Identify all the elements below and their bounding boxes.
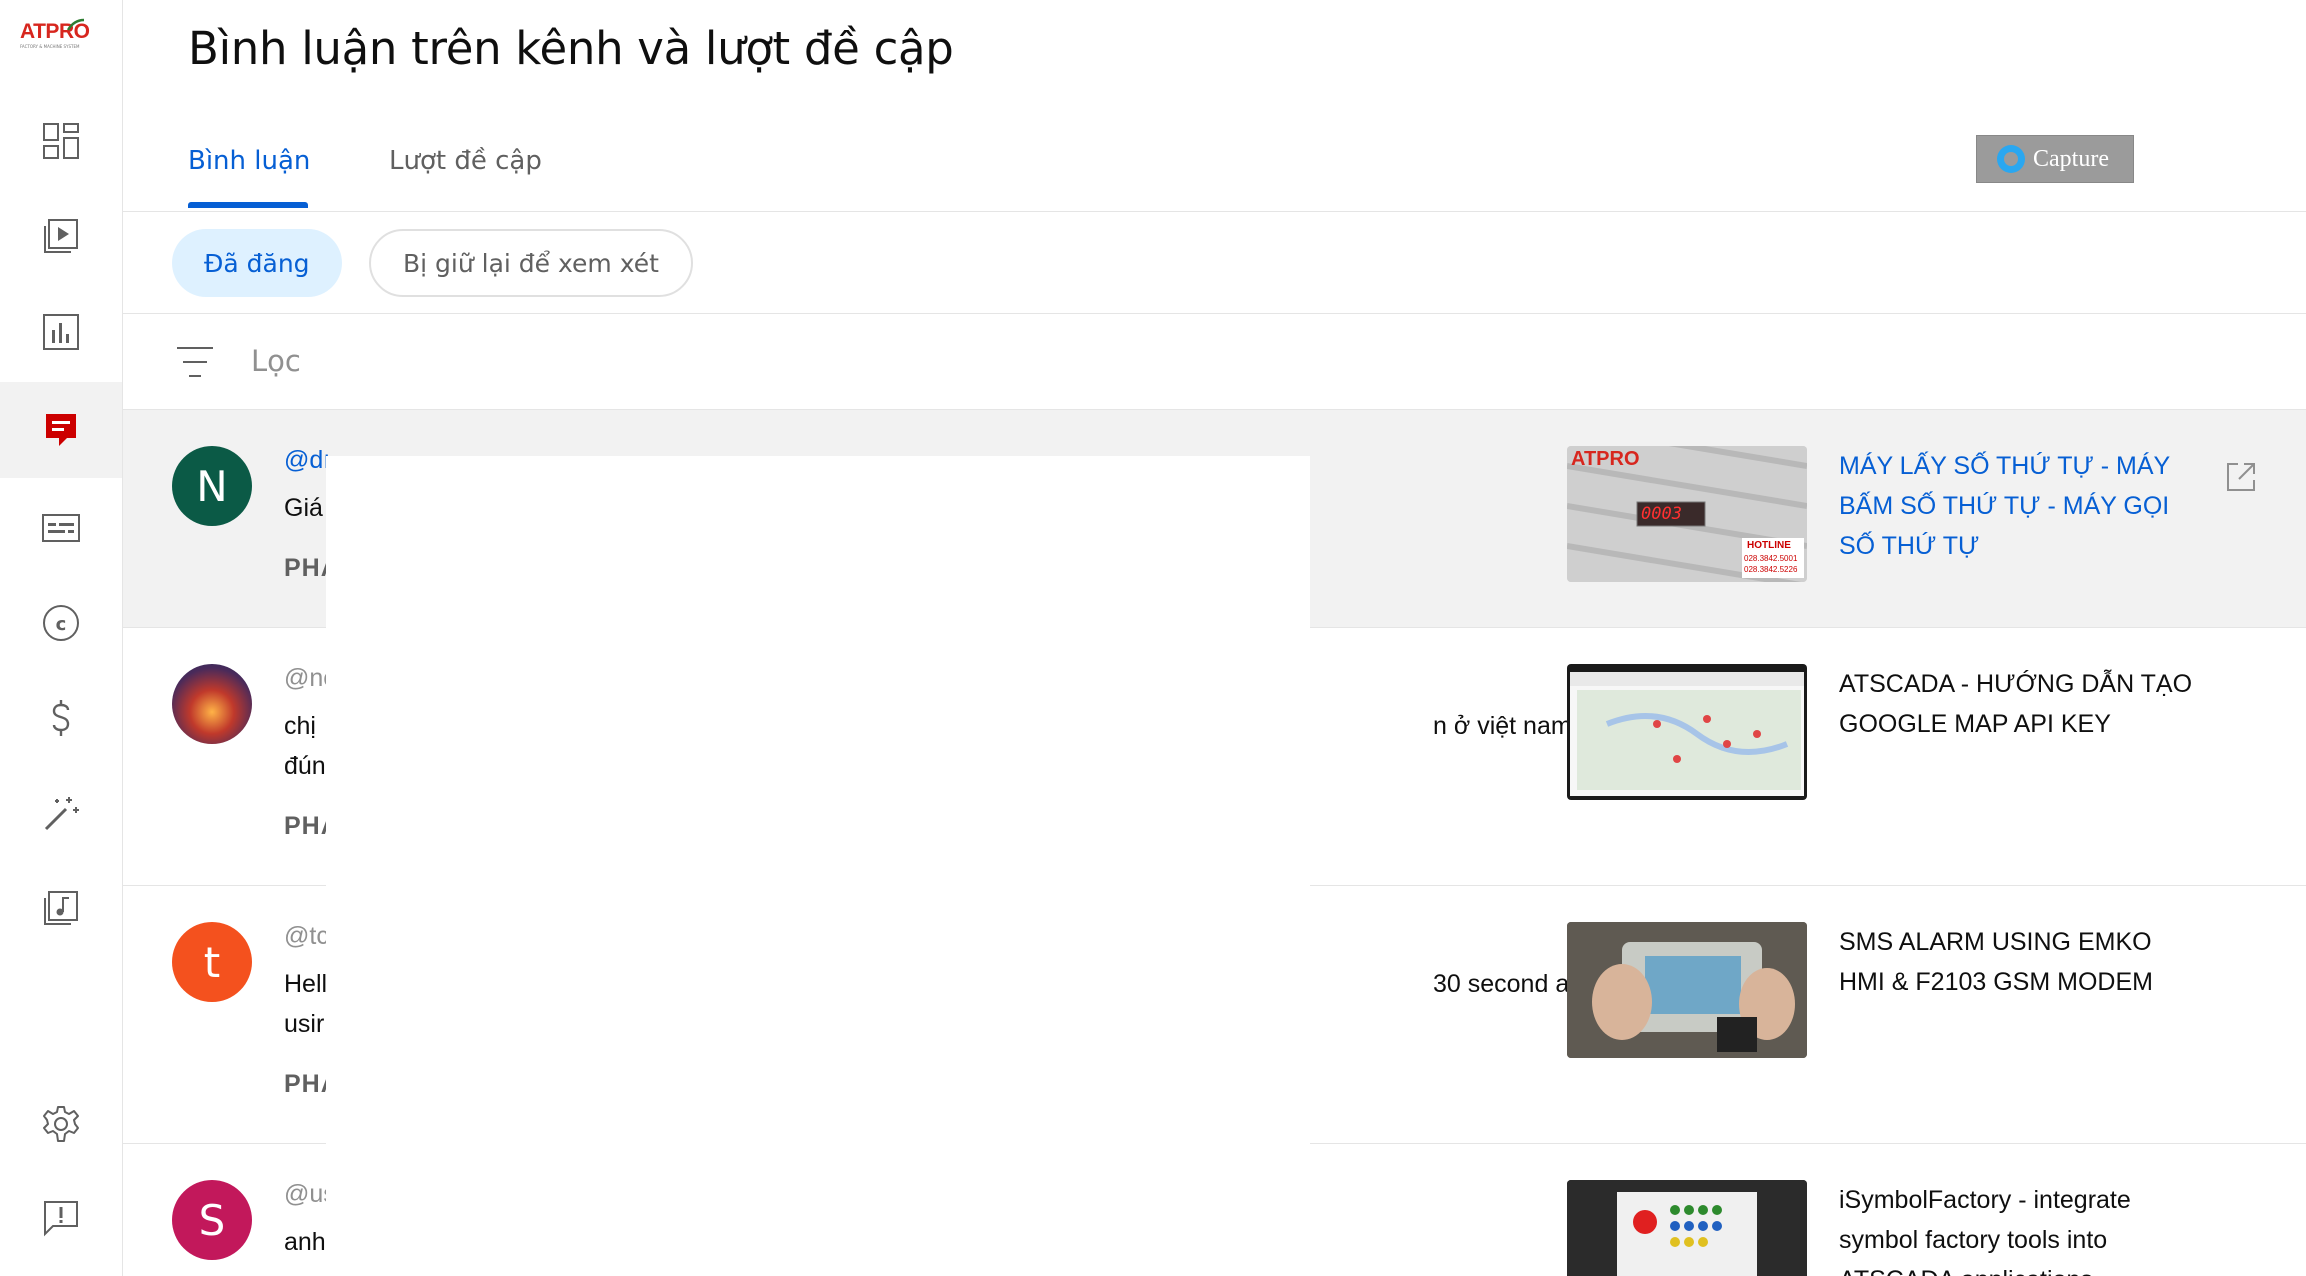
thumb-hotline: HOTLINE xyxy=(1747,540,1791,551)
subtitles-icon xyxy=(42,514,80,542)
logo-swoosh-icon xyxy=(66,18,85,31)
audio-library-icon xyxy=(44,891,78,925)
thumb-phone-2: 028.3842.5226 xyxy=(1744,565,1798,574)
filter-icon xyxy=(177,347,213,377)
dashboard-icon xyxy=(43,123,79,159)
sidebar-item-dashboard[interactable] xyxy=(0,93,122,189)
magic-wand-icon xyxy=(44,797,79,831)
comment-text: chị xyxy=(284,712,316,740)
chip-held-for-review[interactable]: Bị giữ lại để xem xét xyxy=(369,229,693,297)
comment-text-continued: n ở việt nam xyxy=(1433,712,1572,740)
thumb-counter: 0003 xyxy=(1641,504,1682,524)
gear-icon xyxy=(43,1106,79,1142)
comment-author[interactable]: @tc xyxy=(284,922,329,951)
avatar[interactable]: S xyxy=(172,1180,252,1260)
filter-bar[interactable]: Lọc xyxy=(123,314,2306,410)
video-title[interactable]: SMS ALARM USING EMKO HMI & F2103 GSM MOD… xyxy=(1839,922,2199,1002)
avatar-letter: t xyxy=(203,937,221,987)
status-filter-chips: Đã đăng Bị giữ lại để xem xét xyxy=(123,212,2306,314)
filter-placeholder: Lọc xyxy=(251,344,301,378)
avatar[interactable]: N xyxy=(172,446,252,526)
sidebar-item-earn[interactable] xyxy=(0,670,122,766)
video-thumbnail[interactable] xyxy=(1567,922,1807,1058)
sidebar: ATPRO FACTORY & MACHINE SYSTEM c xyxy=(0,0,123,1276)
comment-text: Giá xyxy=(284,494,323,522)
svg-text:c: c xyxy=(56,614,67,635)
analytics-icon xyxy=(43,314,79,350)
channel-logo[interactable]: ATPRO FACTORY & MACHINE SYSTEM xyxy=(18,18,90,54)
thumbnail-image xyxy=(1567,922,1807,1058)
avatar-letter: S xyxy=(198,1195,226,1245)
thumbnail-image xyxy=(1567,1180,1807,1276)
thumb-phone-1: 028.3842.5001 xyxy=(1744,554,1798,563)
sidebar-item-subtitles[interactable] xyxy=(0,480,122,576)
sidebar-item-content[interactable] xyxy=(0,188,122,284)
page-title: Bình luận trên kênh và lượt đề cập xyxy=(188,22,954,75)
feedback-icon xyxy=(44,1201,78,1237)
video-library-icon xyxy=(44,219,78,253)
video-thumbnail[interactable] xyxy=(1567,1180,1807,1276)
sidebar-item-audio-library[interactable] xyxy=(0,860,122,956)
thumb-logo: ATPRO xyxy=(1571,448,1640,470)
comment-text: đún xyxy=(284,752,326,780)
avatar-letter: N xyxy=(196,461,228,511)
comments-icon xyxy=(46,414,76,446)
thumbnail-image xyxy=(1570,672,1804,796)
dollar-icon xyxy=(52,700,70,736)
video-thumbnail[interactable] xyxy=(1567,664,1807,800)
comment-text: anh xyxy=(284,1228,326,1256)
occluding-overlay xyxy=(326,456,1310,1254)
sidebar-item-comments[interactable] xyxy=(0,382,122,478)
tab-mentions[interactable]: Lượt đề cập xyxy=(389,146,542,176)
sidebar-item-feedback[interactable] xyxy=(0,1170,122,1266)
tab-comments[interactable]: Bình luận xyxy=(188,146,310,176)
avatar[interactable]: t xyxy=(172,922,252,1002)
video-title[interactable]: MÁY LẤY SỐ THỨ TỰ - MÁY BẤM SỐ THỨ TỰ - … xyxy=(1839,446,2199,566)
capture-label: Capture xyxy=(2033,145,2109,172)
logo-subtext: FACTORY & MACHINE SYSTEM xyxy=(20,44,80,49)
chip-published[interactable]: Đã đăng xyxy=(172,229,342,297)
sidebar-item-analytics[interactable] xyxy=(0,284,122,380)
comment-text: usir xyxy=(284,1010,325,1038)
comment-text: Hell xyxy=(284,970,328,998)
active-tab-indicator xyxy=(188,202,308,208)
video-title[interactable]: ATSCADA - HƯỚNG DẪN TẠO GOOGLE MAP API K… xyxy=(1839,664,2199,744)
video-thumbnail[interactable]: ATPRO 0003 HOTLINE 028.3842.5001 028.384… xyxy=(1567,446,1807,582)
capture-logo-icon xyxy=(1997,145,2025,173)
sidebar-item-customization[interactable] xyxy=(0,765,122,861)
sidebar-item-copyright[interactable]: c xyxy=(0,575,122,671)
comment-author[interactable]: @dı xyxy=(284,446,330,475)
video-title[interactable]: iSymbolFactory - integrate symbol factor… xyxy=(1839,1180,2199,1276)
sidebar-item-settings[interactable] xyxy=(0,1076,122,1172)
open-in-new-icon[interactable] xyxy=(2224,460,2258,494)
avatar[interactable] xyxy=(172,664,252,744)
copyright-icon: c xyxy=(43,605,79,641)
capture-button[interactable]: Capture xyxy=(1976,135,2134,183)
